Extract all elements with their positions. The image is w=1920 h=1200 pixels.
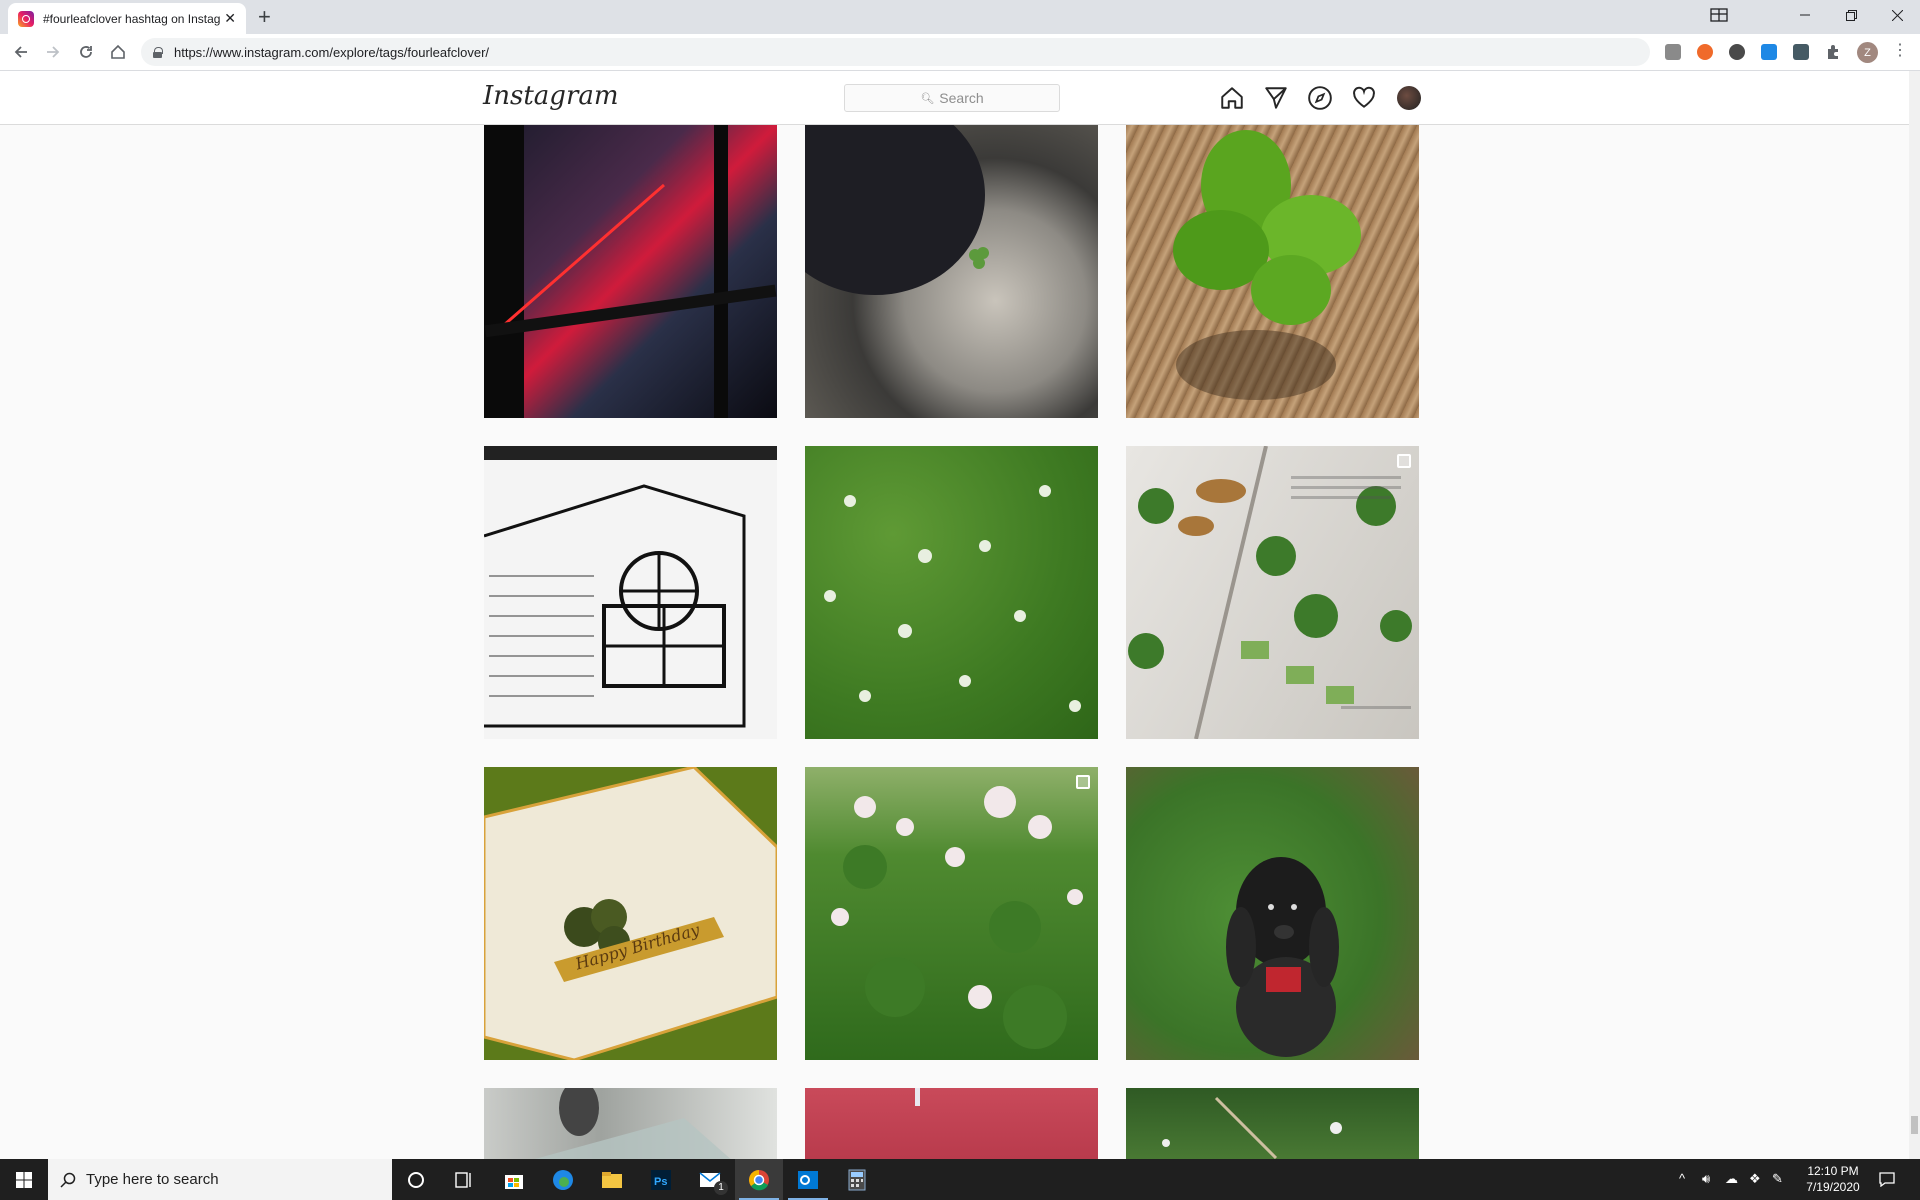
- home-icon: [111, 44, 125, 59]
- post-tile[interactable]: [805, 446, 1098, 739]
- extension-g-icon[interactable]: [1665, 44, 1681, 60]
- search-input[interactable]: 🔍︎ Search: [844, 84, 1060, 112]
- new-tab-button[interactable]: +: [258, 4, 271, 30]
- photoshop-icon[interactable]: Ps: [637, 1159, 685, 1200]
- post-tile[interactable]: [805, 125, 1098, 418]
- start-button[interactable]: [0, 1159, 48, 1200]
- calculator-icon[interactable]: [833, 1159, 881, 1200]
- mail-badge: 1: [714, 1181, 728, 1195]
- post-tile[interactable]: [484, 1088, 777, 1159]
- extension-dark-icon[interactable]: [1793, 44, 1809, 60]
- back-button[interactable]: [7, 38, 35, 66]
- minimize-button[interactable]: [1782, 0, 1828, 30]
- edge-icon[interactable]: [539, 1159, 587, 1200]
- post-tile[interactable]: [805, 767, 1098, 1060]
- browser-tab[interactable]: #fourleafclover hashtag on Instag ✕: [8, 3, 246, 34]
- multi-post-icon: [1076, 775, 1090, 789]
- cortana-icon[interactable]: [392, 1159, 440, 1200]
- forward-arrow-icon: [47, 46, 60, 58]
- extensions-puzzle-icon[interactable]: [1825, 44, 1841, 60]
- forward-button[interactable]: [39, 38, 67, 66]
- store-icon[interactable]: [490, 1159, 538, 1200]
- clock-time: 12:10 PM: [1807, 1164, 1859, 1178]
- chrome-menu-icon[interactable]: ⋮: [1892, 43, 1908, 60]
- post-grid: Happy Birthday: [484, 125, 1420, 1159]
- post-tile[interactable]: Happy Birthday: [484, 767, 777, 1060]
- chrome-taskbar-icon[interactable]: [735, 1159, 783, 1200]
- extension-circle-icon[interactable]: [1729, 44, 1745, 60]
- outlook-icon[interactable]: [784, 1159, 832, 1200]
- volume-icon[interactable]: 🔊︎: [1702, 1171, 1710, 1187]
- browser-tab-strip: #fourleafclover hashtag on Instag ✕ +: [0, 0, 1920, 34]
- taskbar-search-box[interactable]: Type here to search: [48, 1159, 392, 1200]
- restore-button[interactable]: [1828, 0, 1874, 30]
- windows-taskbar: Type here to search Ps 1 ^ 🔊︎ ☁ ❖ ✎ 12:1…: [0, 1159, 1920, 1200]
- mail-icon[interactable]: 1: [686, 1159, 734, 1200]
- extension-blue-icon[interactable]: [1761, 44, 1777, 60]
- search-icon: [60, 1172, 76, 1188]
- post-tile[interactable]: [1126, 125, 1419, 418]
- post-tile[interactable]: [484, 125, 777, 418]
- notifications-icon[interactable]: [1879, 1171, 1895, 1190]
- home-icon[interactable]: [1219, 85, 1245, 111]
- post-tile[interactable]: [1126, 446, 1419, 739]
- instagram-logo[interactable]: Instagram: [483, 81, 619, 111]
- profile-avatar-button[interactable]: Z: [1857, 42, 1878, 63]
- search-placeholder: Search: [939, 90, 984, 106]
- post-tile[interactable]: [484, 446, 777, 739]
- instagram-favicon-icon: [18, 10, 34, 27]
- dropbox-icon[interactable]: ❖: [1749, 1171, 1761, 1187]
- tab-close-button[interactable]: ✕: [224, 10, 236, 27]
- file-explorer-icon[interactable]: [588, 1159, 636, 1200]
- multi-post-icon: [1397, 454, 1411, 468]
- browser-toolbar: https://www.instagram.com/explore/tags/f…: [0, 34, 1920, 71]
- extension-orange-icon[interactable]: [1697, 44, 1713, 60]
- back-arrow-icon: [14, 46, 27, 58]
- reload-icon: [80, 46, 92, 58]
- windows-logo-icon: [16, 1171, 32, 1188]
- post-tile[interactable]: [805, 1088, 1098, 1159]
- pen-icon[interactable]: ✎: [1772, 1171, 1783, 1187]
- post-tile[interactable]: [1126, 1088, 1419, 1159]
- url-text: https://www.instagram.com/explore/tags/f…: [174, 44, 490, 60]
- search-icon: 🔍︎: [920, 92, 935, 105]
- system-clock[interactable]: 12:10 PM 7/19/2020: [1788, 1163, 1878, 1195]
- address-bar[interactable]: https://www.instagram.com/explore/tags/f…: [141, 38, 1650, 66]
- page-scrollbar[interactable]: [1909, 71, 1920, 1159]
- activity-icon[interactable]: [1351, 85, 1377, 111]
- home-button[interactable]: [104, 38, 132, 66]
- profile-avatar[interactable]: [1397, 86, 1421, 110]
- close-window-button[interactable]: [1874, 0, 1920, 30]
- task-view-icon[interactable]: [440, 1159, 488, 1200]
- post-tile[interactable]: [1126, 767, 1419, 1060]
- clock-date: 7/19/2020: [1806, 1180, 1860, 1194]
- show-hidden-icons-icon[interactable]: ^: [1679, 1171, 1685, 1186]
- direct-icon[interactable]: [1263, 85, 1289, 111]
- explore-icon[interactable]: [1307, 85, 1333, 111]
- lock-icon: [153, 46, 163, 58]
- tab-title: #fourleafclover hashtag on Instag: [43, 11, 221, 26]
- taskbar-search-placeholder: Type here to search: [86, 1171, 219, 1188]
- tab-search-icon[interactable]: [1696, 0, 1742, 30]
- scrollbar-thumb[interactable]: [1911, 1116, 1918, 1134]
- reload-button[interactable]: [72, 38, 100, 66]
- instagram-header: Instagram 🔍︎ Search: [0, 71, 1909, 125]
- onedrive-icon[interactable]: ☁: [1725, 1171, 1738, 1187]
- svg-text:Ps: Ps: [654, 1176, 667, 1188]
